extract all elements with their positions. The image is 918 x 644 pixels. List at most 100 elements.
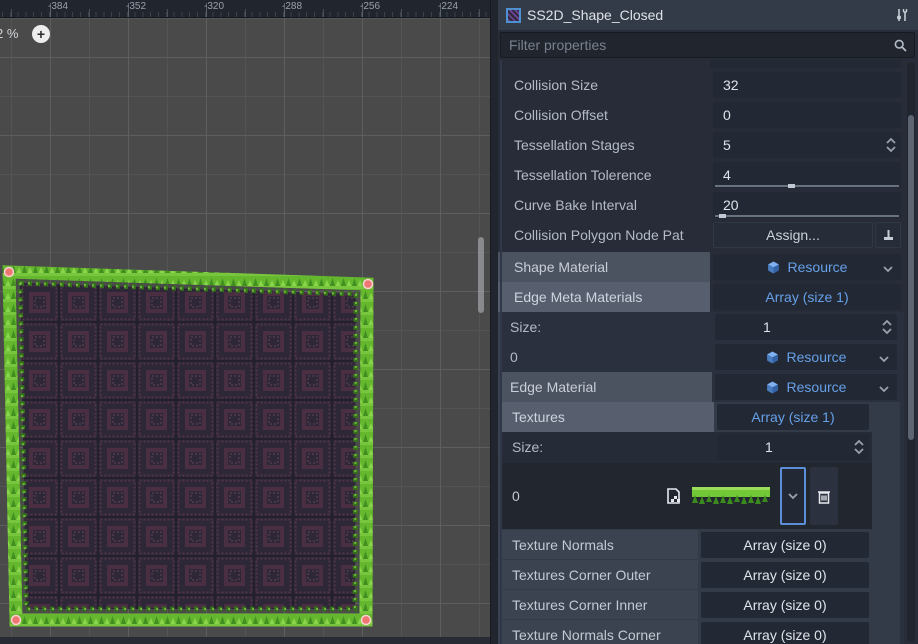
array-item-row-0: 0 Resource [500,342,900,372]
collision-size-field[interactable]: 32 [713,72,901,98]
textures-array-section: Size: 1 0 [502,432,872,529]
array-size-label: Array (size 0) [743,627,826,643]
property-label: Curve Bake Interval [498,190,710,220]
spinner-updown-icon[interactable] [881,319,893,335]
edge-meta-size-field[interactable]: 1 [715,314,897,340]
shape-material-resource-picker[interactable]: Resource [713,254,901,280]
point-handle[interactable] [12,616,21,625]
edge-material-resource-picker[interactable]: Resource [715,374,897,400]
property-label: Textures Corner Outer [502,560,698,589]
tools-icon[interactable] [894,7,910,23]
delete-texture-button[interactable] [810,467,838,525]
property-label[interactable]: Shape Material [498,252,710,282]
inspected-node-title: SS2D_Shape_Closed [527,7,888,23]
slider-track [715,185,899,187]
property-row-textures: Textures Array (size 1) [502,402,872,432]
tessellation-stages-field[interactable]: 5 [713,132,901,158]
size-label: Size: [502,432,714,462]
panel-splitter[interactable] [490,0,498,644]
point-handle[interactable] [5,268,14,277]
texture-normals-corner-array-button[interactable]: Array (size 0) [701,622,869,644]
assign-label: Assign... [766,227,820,243]
tessellation-tolerence-field[interactable]: 4 [713,162,901,188]
grass-texture-preview[interactable] [692,487,770,505]
search-icon [893,38,908,53]
array-size-label: Array (size 0) [743,567,826,583]
property-label: Tessellation Tolerence [498,160,710,190]
property-row-collision-offset: Collision Offset 0 [498,100,904,130]
edge-material-section: Textures Array (size 1) Size: 1 [500,402,900,644]
array-size-label: Array (size 1) [751,409,834,425]
point-handle[interactable] [362,616,371,625]
property-label: Tessellation Stages [498,130,710,160]
edge-meta-item-resource-picker[interactable]: Resource [715,344,897,370]
textures-corner-inner-array-button[interactable]: Array (size 0) [701,592,869,618]
property-row-curve-bake-interval: Curve Bake Interval 20 [498,190,904,220]
property-row-textures-corner-inner: Textures Corner Inner Array (size 0) [502,590,872,620]
textures-corner-outer-array-button[interactable]: Array (size 0) [701,562,869,588]
texture-item-row-0: 0 [502,463,872,529]
collision-offset-field[interactable]: 0 [713,102,901,128]
curve-bake-interval-field[interactable]: 20 [713,192,901,218]
property-row-edge-meta-materials: Edge Meta Materials Array (size 1) [498,282,904,312]
array-size-row: Size: 1 [502,432,872,462]
assign-node-path-button[interactable]: Assign... [713,222,873,248]
chevron-down-icon [878,353,890,365]
texture-normals-array-button[interactable]: Array (size 0) [701,532,869,558]
property-label: Texture Normals [502,530,698,559]
edge-meta-materials-array-button[interactable]: Array (size 1) [713,284,901,310]
spinner-updown-icon[interactable] [885,137,897,153]
filter-placeholder: Filter properties [509,37,606,53]
viewport-2d[interactable]: -384 -352 -320 -288 -256 -224 2 % + [0,0,490,644]
spinner-updown-icon[interactable] [853,439,865,455]
property-row-texture-normals-corner: Texture Normals Corner Array (size 0) [502,620,872,644]
array-index-label: 0 [502,488,642,504]
filter-properties-input[interactable]: Filter properties [500,32,915,58]
property-row-collision-polygon-node-path: Collision Polygon Node Pat Assign... [498,220,904,250]
inspector-panel: SS2D_Shape_Closed Filter properties Coll… [498,0,918,644]
pick-node-button[interactable] [875,222,901,248]
property-row-texture-normals: Texture Normals Array (size 0) [502,530,872,560]
edit-resource-icon[interactable] [666,488,682,504]
slider-grabber[interactable] [719,214,726,218]
resource-label: Resource [787,379,847,395]
property-row-edge-material: Edge Material Resource [500,372,900,402]
property-label: Texture Normals Corner [502,620,698,644]
resource-cube-icon [766,351,779,364]
property-label[interactable]: Edge Material [500,372,712,402]
textures-array-button[interactable]: Array (size 1) [717,404,869,430]
property-row-collision-size: Collision Size 32 [498,70,904,100]
array-size-label: Array (size 1) [765,289,848,305]
property-label: Collision Polygon Node Pat [498,220,710,250]
property-value: 4 [713,167,731,183]
inspector-scrollbar[interactable] [907,62,915,642]
resource-cube-icon [766,381,779,394]
property-row-tessellation-stages: Tessellation Stages 5 [498,130,904,160]
property-label[interactable]: Edge Meta Materials [498,282,710,312]
textures-size-field[interactable]: 1 [717,434,869,460]
property-label[interactable]: Textures [502,402,714,432]
property-value: 20 [713,197,739,213]
inspector-scrollbar-thumb[interactable] [908,115,914,440]
property-list: Collision Size 32 Collision Offset 0 Tes… [498,60,918,644]
viewport-vertical-scrollbar[interactable] [478,237,484,313]
slider-track [715,215,899,217]
resource-label: Resource [787,349,847,365]
size-value: 1 [717,439,773,455]
ss2d-shape [0,0,490,644]
bottom-panel-edge [0,637,490,644]
property-row-shape-material: Shape Material Resource [498,252,904,282]
slider-grabber[interactable] [788,184,795,188]
array-size-row: Size: 1 [500,312,900,342]
edge-meta-materials-section: Size: 1 0 [498,312,904,644]
chevron-down-icon [787,490,799,502]
size-label: Size: [500,312,712,342]
trash-icon [817,489,831,504]
ss2d-node-icon [506,8,521,23]
property-row-textures-corner-outer: Textures Corner Outer Array (size 0) [502,560,872,590]
array-index-label: 0 [500,342,712,372]
texture-dropdown-button[interactable] [780,467,806,525]
point-handle[interactable] [364,280,373,289]
property-value: 0 [713,107,731,123]
property-row-tessellation-tolerence: Tessellation Tolerence 4 [498,160,904,190]
